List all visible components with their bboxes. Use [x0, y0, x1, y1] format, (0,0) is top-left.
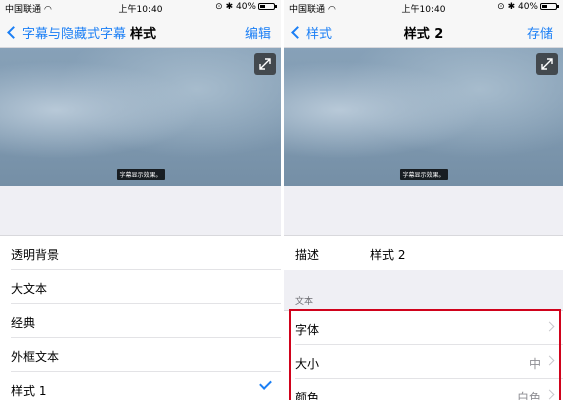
expand-icon [541, 58, 553, 70]
style-row-classic[interactable]: 经典 [11, 304, 281, 338]
alarm-icon: ⊙ [497, 2, 505, 12]
battery-fill [260, 5, 265, 8]
chevron-right-icon [544, 355, 555, 366]
size-row[interactable]: 大小 中 [295, 345, 563, 379]
expand-button[interactable] [254, 53, 276, 75]
row-label: 大文本 [11, 282, 48, 296]
preview-caption: 字幕显示效果。 [116, 169, 165, 180]
battery-percent: 40% [517, 2, 538, 12]
bluetooth-icon: ✱ [225, 2, 234, 12]
style-detail-screen: 中国联通 ◠ 上午10:40 ⊙ ✱ 40% 样式 样式 2 存储 字幕显示效果。… [284, 0, 563, 400]
battery-fill [542, 5, 547, 8]
navigation-bar: 字幕与隐藏式字幕 样式 编辑 [0, 15, 281, 48]
caption-preview: 字幕显示效果。 [284, 48, 563, 186]
expand-button[interactable] [536, 53, 558, 75]
style-list: 透明背景 大文本 经典 外框文本 样式 1 [0, 235, 281, 400]
caption-preview: 字幕显示效果。 [0, 48, 281, 186]
description-value: 样式 2 [370, 248, 406, 262]
style-row-style-1[interactable]: 样式 1 [11, 372, 281, 400]
preview-caption: 字幕显示效果。 [399, 169, 448, 180]
page-title: 样式 2 [403, 27, 444, 42]
styles-screen: 中国联通 ◠ 上午10:40 ⊙ ✱ 40% 字幕与隐藏式字幕 样式 编辑 字幕显… [0, 0, 281, 400]
row-label: 透明背景 [11, 248, 60, 262]
row-label: 颜色 [295, 391, 320, 400]
row-label: 大小 [295, 357, 320, 371]
row-value: 中 [528, 357, 541, 371]
chevron-left-icon [7, 26, 20, 39]
battery-percent: 40% [235, 2, 256, 12]
chevron-right-icon [544, 321, 555, 332]
page-title: 样式 [130, 27, 157, 42]
row-label: 样式 1 [11, 384, 47, 398]
color-row[interactable]: 颜色 白色 [295, 379, 563, 400]
back-button-label: 字幕与隐藏式字幕 [22, 27, 127, 42]
back-button[interactable]: 字幕与隐藏式字幕 [6, 23, 126, 42]
description-label: 描述 [295, 248, 320, 262]
description-row[interactable]: 描述 样式 2 [295, 236, 563, 270]
chevron-right-icon [544, 389, 555, 400]
style-row-transparent-background[interactable]: 透明背景 [11, 236, 281, 270]
row-label: 经典 [11, 316, 36, 330]
checkmark-icon [259, 377, 272, 390]
row-label: 字体 [295, 323, 320, 337]
row-value: 白色 [516, 391, 541, 400]
status-bar: 中国联通 ◠ 上午10:40 ⊙ ✱ 40% [0, 0, 281, 15]
expand-icon [259, 58, 271, 70]
battery-icon [258, 3, 277, 10]
style-row-outline-text[interactable]: 外框文本 [11, 338, 281, 372]
text-settings-group: 字体 大小 中 颜色 白色 [284, 310, 563, 400]
style-row-large-text[interactable]: 大文本 [11, 270, 281, 304]
status-bar: 中国联通 ◠ 上午10:40 ⊙ ✱ 40% [284, 0, 563, 15]
bluetooth-icon: ✱ [507, 2, 516, 12]
alarm-icon: ⊙ [215, 2, 223, 12]
description-group: 描述 样式 2 [284, 235, 563, 270]
edit-button[interactable]: 编辑 [245, 23, 271, 42]
save-button[interactable]: 存储 [527, 23, 553, 42]
text-section-header: 文本 [295, 297, 314, 307]
font-row[interactable]: 字体 [295, 311, 563, 345]
battery-icon [540, 3, 559, 10]
navigation-bar: 样式 样式 2 存储 [284, 15, 563, 48]
row-label: 外框文本 [11, 350, 60, 364]
